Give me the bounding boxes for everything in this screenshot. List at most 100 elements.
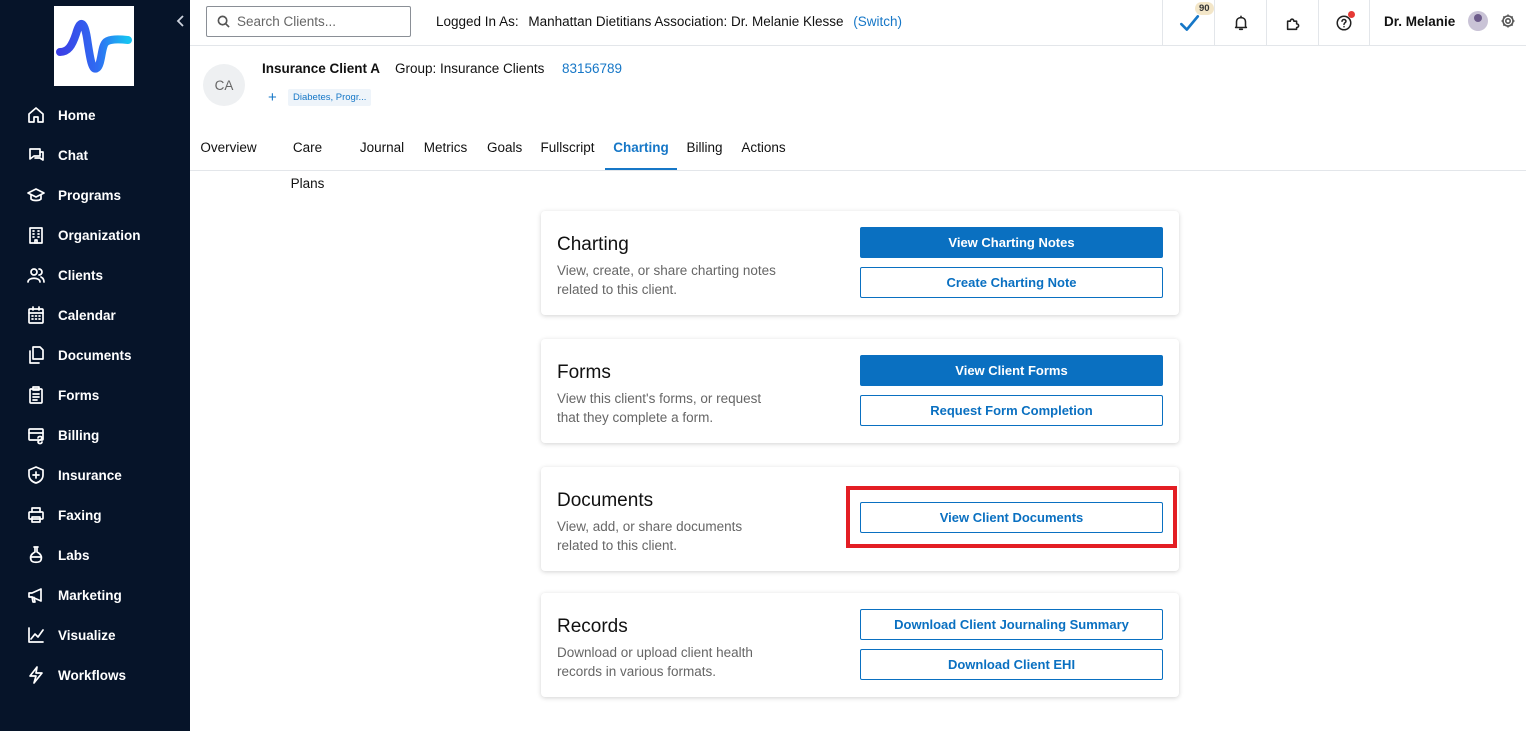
sidebar-item-billing[interactable]: Billing (0, 415, 190, 455)
card-description: View, create, or share charting notes re… (557, 263, 776, 297)
notifications-button[interactable] (1214, 0, 1266, 45)
top-bar: Logged In As: Manhattan Dietitians Assoc… (190, 0, 1526, 46)
logged-in-org: Manhattan Dietitians Association: Dr. Me… (528, 14, 844, 29)
tasks-badge: 90 (1195, 2, 1214, 15)
users-icon (26, 265, 46, 285)
client-avatar: CA (203, 64, 245, 106)
charting-card: Charting View, create, or share charting… (541, 211, 1179, 315)
sidebar-item-clients[interactable]: Clients (0, 255, 190, 295)
user-avatar[interactable] (1468, 11, 1488, 31)
card-description: Download or upload client health records… (557, 645, 753, 679)
sidebar-item-label: Forms (58, 387, 100, 403)
client-tag[interactable]: Diabetes, Progr... (288, 89, 372, 106)
logged-in-info: Logged In As: Manhattan Dietitians Assoc… (436, 14, 902, 29)
sidebar-nav: Home Chat Programs Organization Clients … (0, 95, 190, 695)
building-icon (26, 225, 46, 245)
tab-billing[interactable]: Billing (686, 130, 723, 170)
user-name[interactable]: Dr. Melanie (1384, 14, 1455, 29)
sidebar-item-organization[interactable]: Organization (0, 215, 190, 255)
tasks-button[interactable]: 90 (1162, 0, 1214, 45)
search-box[interactable] (206, 6, 411, 37)
sidebar-item-label: Faxing (58, 507, 102, 523)
card-title: Charting (557, 234, 629, 255)
client-id-link[interactable]: 83156789 (562, 61, 622, 76)
sidebar-item-programs[interactable]: Programs (0, 175, 190, 215)
add-tag-button[interactable]: + (268, 89, 277, 106)
download-client-ehi-button[interactable]: Download Client EHI (860, 649, 1163, 680)
sidebar-item-insurance[interactable]: Insurance (0, 455, 190, 495)
home-icon (26, 105, 46, 125)
help-button[interactable] (1318, 0, 1370, 45)
tab-charting[interactable]: Charting (605, 130, 677, 170)
sidebar-item-visualize[interactable]: Visualize (0, 615, 190, 655)
forms-card: Forms View this client's forms, or reque… (541, 339, 1179, 443)
view-client-documents-button[interactable]: View Client Documents (860, 502, 1163, 533)
view-charting-notes-button[interactable]: View Charting Notes (860, 227, 1163, 258)
card-title: Records (557, 616, 628, 637)
switch-link[interactable]: (Switch) (853, 14, 902, 29)
card-description: View, add, or share documents related to… (557, 519, 743, 553)
sidebar-item-labs[interactable]: Labs (0, 535, 190, 575)
tab-fullscript[interactable]: Fullscript (540, 130, 595, 170)
view-client-forms-button[interactable]: View Client Forms (860, 355, 1163, 386)
card-description: View this client's forms, or request tha… (557, 391, 762, 425)
sidebar-item-faxing[interactable]: Faxing (0, 495, 190, 535)
flask-icon (26, 545, 46, 565)
documents-icon (26, 345, 46, 365)
billing-icon (26, 425, 46, 445)
sidebar-item-label: Marketing (58, 587, 122, 603)
sidebar-item-chat[interactable]: Chat (0, 135, 190, 175)
request-form-completion-button[interactable]: Request Form Completion (860, 395, 1163, 426)
chat-icon (26, 145, 46, 165)
tab-care-plans[interactable]: Care Plans (275, 130, 340, 191)
tab-goals[interactable]: Goals (487, 130, 522, 170)
sidebar-item-forms[interactable]: Forms (0, 375, 190, 415)
search-icon (217, 15, 230, 28)
tab-overview[interactable]: Overview (200, 130, 257, 170)
chevron-left-icon[interactable] (176, 14, 188, 30)
megaphone-icon (26, 585, 46, 605)
card-title: Documents (557, 490, 654, 511)
sidebar-item-marketing[interactable]: Marketing (0, 575, 190, 615)
sidebar-item-label: Programs (58, 187, 122, 203)
records-card: Records Download or upload client health… (541, 593, 1179, 697)
sidebar-item-label: Home (58, 107, 96, 123)
download-journaling-summary-button[interactable]: Download Client Journaling Summary (860, 609, 1163, 640)
sidebar-item-calendar[interactable]: Calendar (0, 295, 190, 335)
calendar-icon (26, 305, 46, 325)
graduation-cap-icon (26, 185, 46, 205)
sidebar-item-label: Documents (58, 347, 132, 363)
create-charting-note-button[interactable]: Create Charting Note (860, 267, 1163, 298)
sidebar: Home Chat Programs Organization Clients … (0, 0, 190, 731)
sidebar-item-label: Workflows (58, 667, 127, 683)
sidebar-item-label: Clients (58, 267, 104, 283)
tab-journal[interactable]: Journal (359, 130, 405, 170)
sidebar-item-home[interactable]: Home (0, 95, 190, 135)
sidebar-item-label: Chat (58, 147, 88, 163)
lightning-icon (26, 665, 46, 685)
documents-card: Documents View, add, or share documents … (541, 467, 1179, 571)
top-icon-group: 90 (1162, 0, 1370, 45)
logged-in-label: Logged In As: (436, 14, 519, 29)
sidebar-item-label: Insurance (58, 467, 122, 483)
tab-actions[interactable]: Actions (741, 130, 786, 170)
sidebar-item-label: Labs (58, 547, 90, 563)
card-title: Forms (557, 362, 611, 383)
search-input[interactable] (237, 14, 407, 29)
printer-icon (26, 505, 46, 525)
sidebar-item-label: Visualize (58, 627, 116, 643)
sidebar-item-workflows[interactable]: Workflows (0, 655, 190, 695)
client-group: Group: Insurance Clients (395, 61, 545, 76)
sidebar-item-label: Calendar (58, 307, 116, 323)
help-alert-dot (1348, 11, 1355, 18)
sidebar-item-label: Billing (58, 427, 100, 443)
shield-icon (26, 465, 46, 485)
checkmark-icon (1179, 14, 1199, 31)
clipboard-icon (26, 385, 46, 405)
sidebar-item-documents[interactable]: Documents (0, 335, 190, 375)
integrations-button[interactable] (1266, 0, 1318, 45)
gear-icon[interactable] (1500, 13, 1516, 29)
app-logo[interactable] (54, 6, 134, 86)
tab-metrics[interactable]: Metrics (423, 130, 468, 170)
client-tabs: Overview Care Plans Journal Metrics Goal… (190, 130, 1526, 191)
